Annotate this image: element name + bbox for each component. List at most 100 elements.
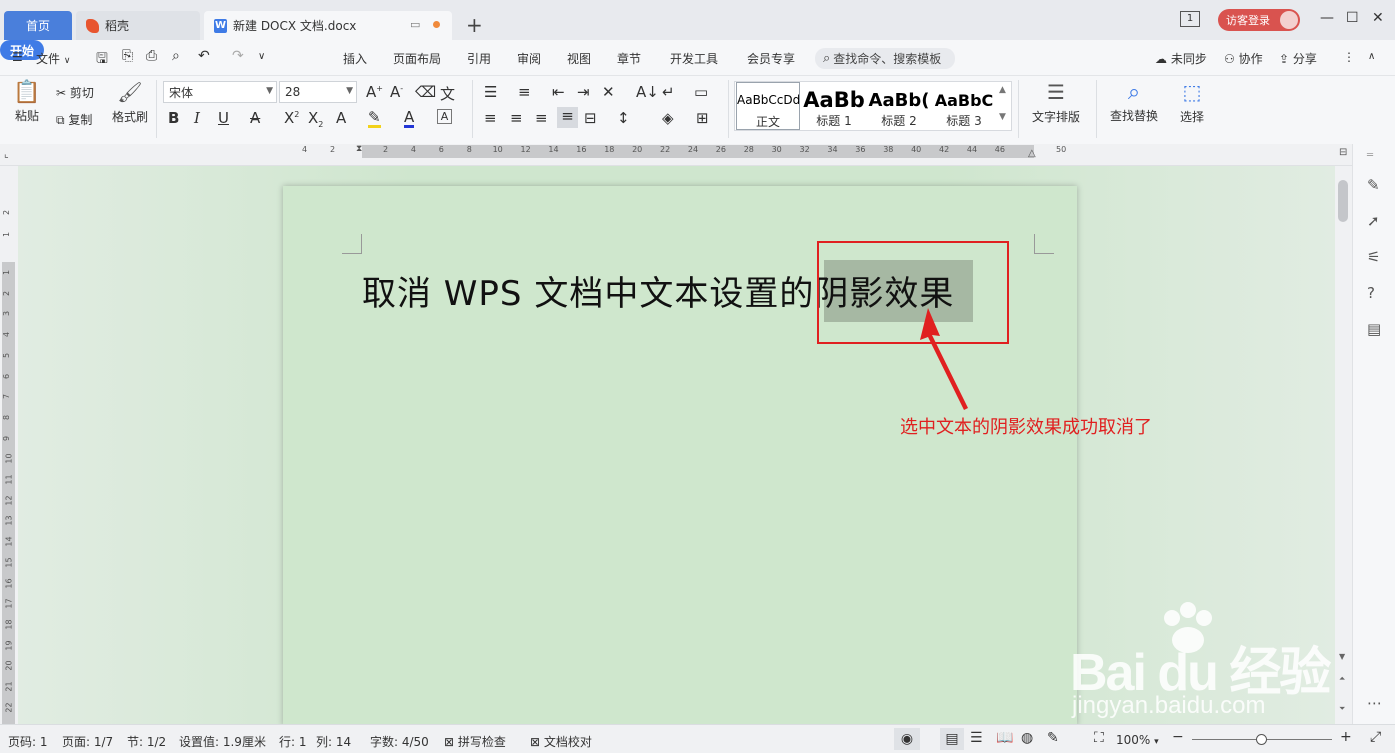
clear-format-icon[interactable]: ⌫ [415,83,436,101]
font-shrink-icon[interactable]: A- [390,83,403,101]
text-layout-button[interactable]: ☰ 文字排版 [1026,80,1086,125]
monitor-icon[interactable]: ▭ [410,18,420,31]
status-col[interactable]: 列: 14 [316,733,351,750]
horizontal-ruler[interactable]: ⌞ 4 2 2 4 6 8 10 12 14 16 18 20 22 24 26 28 30 32 34 36 38 40… [0,144,1352,166]
close-icon[interactable]: ✕ [1372,10,1384,26]
menu-view[interactable]: 视图 [567,50,591,67]
subscript-icon[interactable]: X2 [308,109,323,129]
style-more-icon[interactable]: ▼ [999,112,1006,122]
scroll-down-icon[interactable]: ▼ [1339,652,1345,661]
line-spacing-icon[interactable]: ↕ [617,109,630,127]
font-name-select[interactable]: 宋体 ▼ [163,81,277,103]
pen-icon[interactable]: ✎ [1367,176,1380,194]
sync-status[interactable]: ☁ 未同步 [1155,50,1207,67]
tab-stops-icon[interactable]: ▭ [694,83,708,101]
archive-icon[interactable]: ▤ [1367,320,1381,338]
spell-check-button[interactable]: ⊠ 拼写检查 [444,733,506,750]
cursor-icon[interactable]: ➚ [1367,212,1380,230]
font-size-select[interactable]: 28 ▼ [279,81,357,103]
bold-icon[interactable]: B [168,109,179,127]
menu-chapter[interactable]: 章节 [617,50,641,67]
font-grow-icon[interactable]: A+ [366,83,383,101]
tab-document[interactable]: W 新建 DOCX 文档.docx ▭ [204,11,452,40]
pinyin-guide-icon[interactable]: 文 [440,83,455,104]
increase-indent-icon[interactable]: ⇥ [577,83,590,101]
menu-review[interactable]: 审阅 [517,50,541,67]
proofread-button[interactable]: ⊠ 文档校对 [530,733,592,750]
page-indicator-icon[interactable]: 1 [1180,11,1200,27]
print-preview-icon[interactable]: ⌕ [172,48,180,64]
borders-icon[interactable]: ⊞ [696,109,709,127]
web-view-icon[interactable]: ◍ [1021,730,1033,746]
undo-icon[interactable]: ↶ [198,48,210,64]
style-scroll-up-icon[interactable]: ▲ [999,85,1006,95]
scrollbar-thumb[interactable] [1338,180,1348,222]
export-icon[interactable]: ⎘ [122,48,133,64]
numbered-list-icon[interactable]: ≡ [518,83,531,101]
shading-icon[interactable]: ◈ [662,109,674,127]
more-options-icon[interactable]: ⋮ [1343,50,1355,64]
align-right-icon[interactable]: ≡ [535,109,548,127]
right-indent-icon[interactable]: △ [1028,148,1036,159]
vertical-ruler[interactable]: 2 1 1 2 3 4 5 6 7 8 9 10 11 12 13 14 15 16 17 18 19 20 21 22 [0,166,18,724]
more-icon[interactable]: ⋯ [1367,694,1382,712]
italic-icon[interactable]: I [194,109,200,127]
format-painter-button[interactable]: 🖌 格式刷 [110,80,150,125]
menu-insert[interactable]: 插入 [343,50,367,67]
zoom-out-icon[interactable]: − [1172,729,1184,745]
vertical-scrollbar[interactable]: ⊟ ▼ ⏶ ⏷ [1335,147,1352,724]
adjust-icon[interactable]: ⚟ [1367,248,1380,266]
strikethrough-icon[interactable]: A [250,109,260,127]
indent-marker-icon[interactable]: ⧗ [356,144,362,154]
next-page-icon[interactable]: ⏷ [1339,704,1345,714]
collapse-ribbon-icon[interactable]: ∧ [1368,51,1375,62]
menu-member[interactable]: 会员专享 [747,50,795,67]
zoom-in-icon[interactable]: + [1340,729,1352,745]
eye-protect-icon[interactable]: ◉ [894,728,920,750]
print-icon[interactable]: ⎙ [146,48,157,64]
decrease-indent-icon[interactable]: ⇤ [552,83,565,101]
tab-daoke[interactable]: 稻壳 [76,11,200,40]
paste-button[interactable]: 📋 粘贴 [12,80,42,124]
new-tab-button[interactable]: + [466,13,483,37]
visitor-login-button[interactable]: 访客登录 [1218,9,1300,31]
write-mode-icon[interactable]: ✎ [1047,730,1059,746]
hamburger-icon[interactable]: ☰ [12,50,23,64]
reading-view-icon[interactable]: 📖 [996,730,1013,746]
tab-selector-icon[interactable]: ⌞ [4,149,9,160]
tab-home[interactable]: 首页 [4,11,72,40]
status-section[interactable]: 节: 1/2 [127,733,166,750]
distribute-icon[interactable]: ⊟ [584,109,597,127]
command-search-input[interactable]: ⌕ 查找命令、搜索模板 [815,48,955,69]
align-center-icon[interactable]: ≡ [510,109,523,127]
superscript-icon[interactable]: X2 [284,109,299,127]
status-word-count[interactable]: 字数: 4/50 [370,733,429,750]
char-border-icon[interactable]: A [437,109,452,124]
quick-access-more-icon[interactable]: ∨ [258,51,265,62]
prev-page-icon[interactable]: ⏶ [1339,674,1345,684]
status-setting[interactable]: 设置值: 1.9厘米 [179,733,266,750]
zoom-select[interactable]: 100% ▾ [1116,733,1159,747]
copy-button[interactable]: ⧉ 复制 [56,111,92,128]
fullscreen-icon[interactable]: ⤢ [1370,729,1381,745]
font-color-icon[interactable]: A [404,109,415,128]
zoom-slider-thumb[interactable] [1256,734,1267,745]
collaborate-button[interactable]: ⚇ 协作 [1224,50,1263,67]
fit-page-icon[interactable]: ⛶ [1094,730,1104,746]
underline-icon[interactable]: U [218,109,229,127]
text-effect-icon[interactable]: A [336,109,346,127]
select-button[interactable]: ⬚ 选择 [1172,80,1212,125]
status-page[interactable]: 页面: 1/7 [62,733,113,750]
style-heading1[interactable]: AaBb 标题 1 [802,82,866,130]
cut-button[interactable]: ✂ 剪切 [56,84,94,101]
outline-view-icon[interactable]: ☰ [970,730,983,746]
style-heading3[interactable]: AaBbC 标题 3 [932,82,996,130]
redo-icon[interactable]: ↷ [232,48,244,64]
menu-developer[interactable]: 开发工具 [670,50,718,67]
bullet-list-icon[interactable]: ☰ [484,83,497,101]
maximize-icon[interactable]: ☐ [1346,10,1359,26]
show-marks-icon[interactable]: ↵ [662,83,675,101]
save-icon[interactable]: 🖫 [96,48,108,72]
ruler-toggle-icon[interactable]: ⊟ [1339,147,1347,158]
find-replace-button[interactable]: ⌕ 查找替换 [1104,80,1164,124]
